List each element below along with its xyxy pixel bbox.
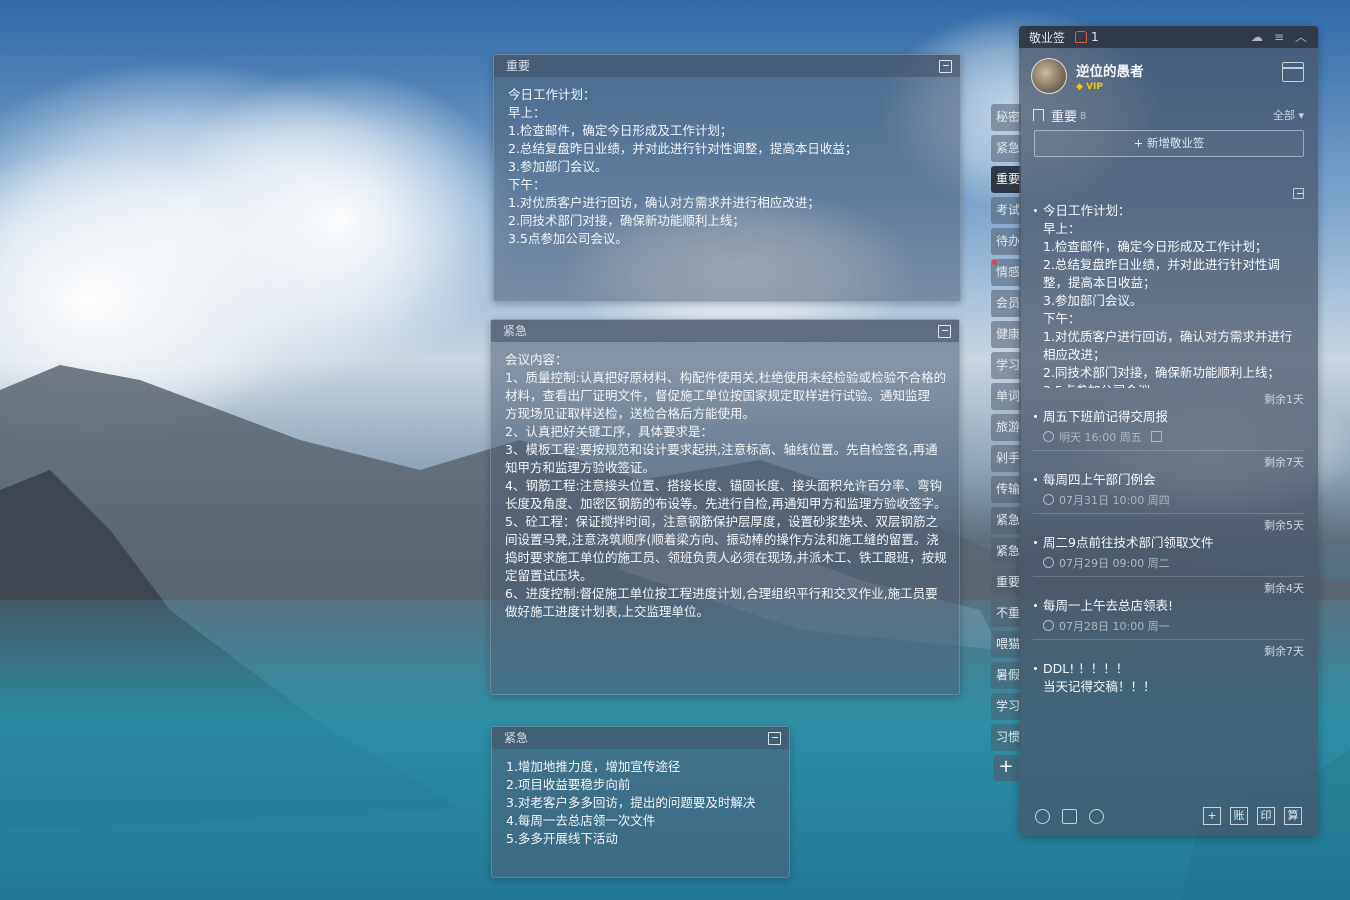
list-item[interactable]: 剩余4天 每周一上午去总店领表! 07月28日 10:00 周一 [1033, 577, 1304, 640]
print-button[interactable]: 印 [1257, 807, 1275, 825]
user-header: 逆位的愚者 ◆ VIP [1019, 48, 1318, 104]
item-time: 明天 16:00 周五 [1059, 431, 1142, 444]
tab-category[interactable]: 健康 [991, 321, 1021, 348]
item-time: 07月31日 10:00 周四 [1059, 494, 1170, 507]
item-title: DDL! ！！！！ 当天记得交稿！！！ [1034, 660, 1304, 696]
user-name: 逆位的愚者 [1076, 64, 1144, 80]
tab-category[interactable]: 旅游 [991, 414, 1021, 441]
menu-icon[interactable]: ≡ [1272, 30, 1286, 44]
tab-category[interactable]: 紧急 [991, 538, 1021, 565]
bookmark-icon [1033, 109, 1044, 121]
tab-category[interactable]: 会员 [991, 290, 1021, 317]
item-title: 周二9点前往技术部门领取文件 [1034, 534, 1304, 552]
tab-category[interactable]: 不重 [991, 600, 1021, 627]
pin-icon [1151, 431, 1163, 442]
cloud-sync-icon[interactable]: ☁ [1250, 30, 1264, 44]
note-tag: 重要 [506, 59, 531, 73]
repeat-icon [1043, 494, 1054, 505]
category-tabs: 秘密 紧急 重要 考试 待办 情感 会员 健康 学习 单词 旅游 剁手 传输 紧… [991, 104, 1021, 781]
calendar-icon[interactable] [1282, 62, 1304, 82]
exit-icon[interactable] [939, 59, 952, 73]
item-time: 07月28日 10:00 周一 [1059, 620, 1170, 633]
filter-dropdown[interactable]: 全部 ▾ [1273, 107, 1304, 123]
repeat-icon [1043, 620, 1054, 631]
repeat-icon [1043, 557, 1054, 568]
collapse-icon[interactable]: ︿ [1294, 30, 1308, 44]
item-title: 周五下班前记得交周报 [1034, 408, 1304, 426]
note-tag: 紧急 [504, 731, 529, 745]
remaining-days: 剩余7天 [1264, 645, 1304, 658]
list-item[interactable]: 今日工作计划： 早上： 1.检查邮件，确定今日形成及工作计划； 2.总结复盘昨日… [1033, 184, 1304, 388]
remaining-days: 剩余1天 [1264, 393, 1304, 406]
tab-category-active[interactable]: 重要 [991, 166, 1021, 193]
tab-category[interactable]: 学习 [991, 352, 1021, 379]
diamond-icon: ◆ [1076, 82, 1087, 92]
calculate-button[interactable]: 算 [1284, 807, 1302, 825]
tab-category[interactable]: 习惯 [991, 724, 1021, 751]
list-item[interactable]: 剩余7天 DDL! ！！！！ 当天记得交稿！！！ [1033, 640, 1304, 696]
note-content[interactable]: 今日工作计划： 早上： 1.检查邮件，确定今日形成及工作计划； 2.总结复盘昨日… [494, 77, 960, 257]
exit-icon[interactable] [938, 324, 951, 338]
tab-category[interactable]: 待办 [991, 228, 1021, 255]
search-icon[interactable] [1089, 808, 1104, 824]
exit-icon[interactable] [1293, 188, 1304, 199]
remaining-days: 剩余7天 [1264, 456, 1304, 469]
category-count: 8 [1080, 111, 1087, 122]
item-title: 每周四上午部门例会 [1034, 471, 1304, 489]
remaining-days: 剩余4天 [1264, 582, 1304, 595]
remaining-days: 剩余5天 [1264, 519, 1304, 532]
add-note-button[interactable]: + 新增敬业签 [1034, 130, 1304, 157]
notification-count: 1 [1091, 30, 1099, 44]
note-card[interactable]: 紧急 会议内容： 1、质量控制:认真把好原材料、构配件使用关,杜绝使用未经检验或… [490, 319, 960, 695]
panel-titlebar: 敬业签 1 ☁ ≡ ︿ [1019, 26, 1318, 48]
avatar[interactable] [1031, 58, 1067, 94]
tab-category[interactable]: 秘密 [991, 104, 1021, 131]
tab-category[interactable]: 考试 [991, 197, 1021, 224]
bell-icon[interactable] [1075, 31, 1088, 43]
vip-badge: VIP [1086, 82, 1103, 92]
ledger-button[interactable]: 账 [1230, 807, 1248, 825]
repeat-icon [1043, 431, 1054, 442]
category-title: 重要 [1051, 109, 1078, 125]
category-header: 重要 8 全部 ▾ [1019, 104, 1318, 126]
tab-category[interactable]: 暑假 [991, 662, 1021, 689]
note-card[interactable]: 重要 今日工作计划： 早上： 1.检查邮件，确定今日形成及工作计划； 2.总结复… [493, 54, 961, 302]
unread-dot [992, 260, 997, 265]
panel-toolbar: + 账 印 算 [1019, 796, 1318, 836]
clock-icon[interactable] [1035, 808, 1050, 824]
app-name: 敬业签 [1029, 30, 1066, 45]
item-content: 今日工作计划： 早上： 1.检查邮件，确定今日形成及工作计划； 2.总结复盘昨日… [1034, 202, 1304, 388]
note-list: 今日工作计划： 早上： 1.检查邮件，确定今日形成及工作计划； 2.总结复盘昨日… [1019, 184, 1318, 796]
add-icon[interactable]: + [1203, 807, 1221, 825]
tab-category[interactable]: 传输 [991, 476, 1021, 503]
main-panel: 敬业签 1 ☁ ≡ ︿ 逆位的愚者 ◆ VIP 重要 8 全部 ▾ + 新增敬业… [1019, 26, 1318, 836]
list-item[interactable]: 剩余5天 周二9点前往技术部门领取文件 07月29日 09:00 周二 [1033, 514, 1304, 577]
note-content[interactable]: 会议内容： 1、质量控制:认真把好原材料、构配件使用关,杜绝使用未经检验或检验不… [491, 342, 959, 630]
checklist-icon[interactable] [1062, 808, 1077, 824]
note-tag: 紧急 [503, 324, 528, 338]
exit-icon[interactable] [768, 731, 781, 745]
tab-category[interactable]: 紧急 [991, 135, 1021, 162]
tab-category[interactable]: 剁手 [991, 445, 1021, 472]
list-item[interactable]: 剩余1天 周五下班前记得交周报 明天 16:00 周五 [1033, 388, 1304, 451]
add-category-button[interactable]: + [993, 755, 1019, 781]
note-content[interactable]: 1.增加地推力度，增加宣传途径 2.项目收益要稳步向前 3.对老客户多多回访，提… [492, 749, 789, 857]
tab-category[interactable]: 重要 [991, 569, 1021, 596]
tab-category[interactable]: 情感 [991, 259, 1021, 286]
list-item[interactable]: 剩余7天 每周四上午部门例会 07月31日 10:00 周四 [1033, 451, 1304, 514]
item-title: 每周一上午去总店领表! [1034, 597, 1304, 615]
tab-category[interactable]: 喂猫 [991, 631, 1021, 658]
item-time: 07月29日 09:00 周二 [1059, 557, 1170, 570]
tab-category[interactable]: 紧急 [991, 507, 1021, 534]
tab-category[interactable]: 学习 [991, 693, 1021, 720]
note-card[interactable]: 紧急 1.增加地推力度，增加宣传途径 2.项目收益要稳步向前 3.对老客户多多回… [491, 726, 790, 878]
tab-category[interactable]: 单词 [991, 383, 1021, 410]
